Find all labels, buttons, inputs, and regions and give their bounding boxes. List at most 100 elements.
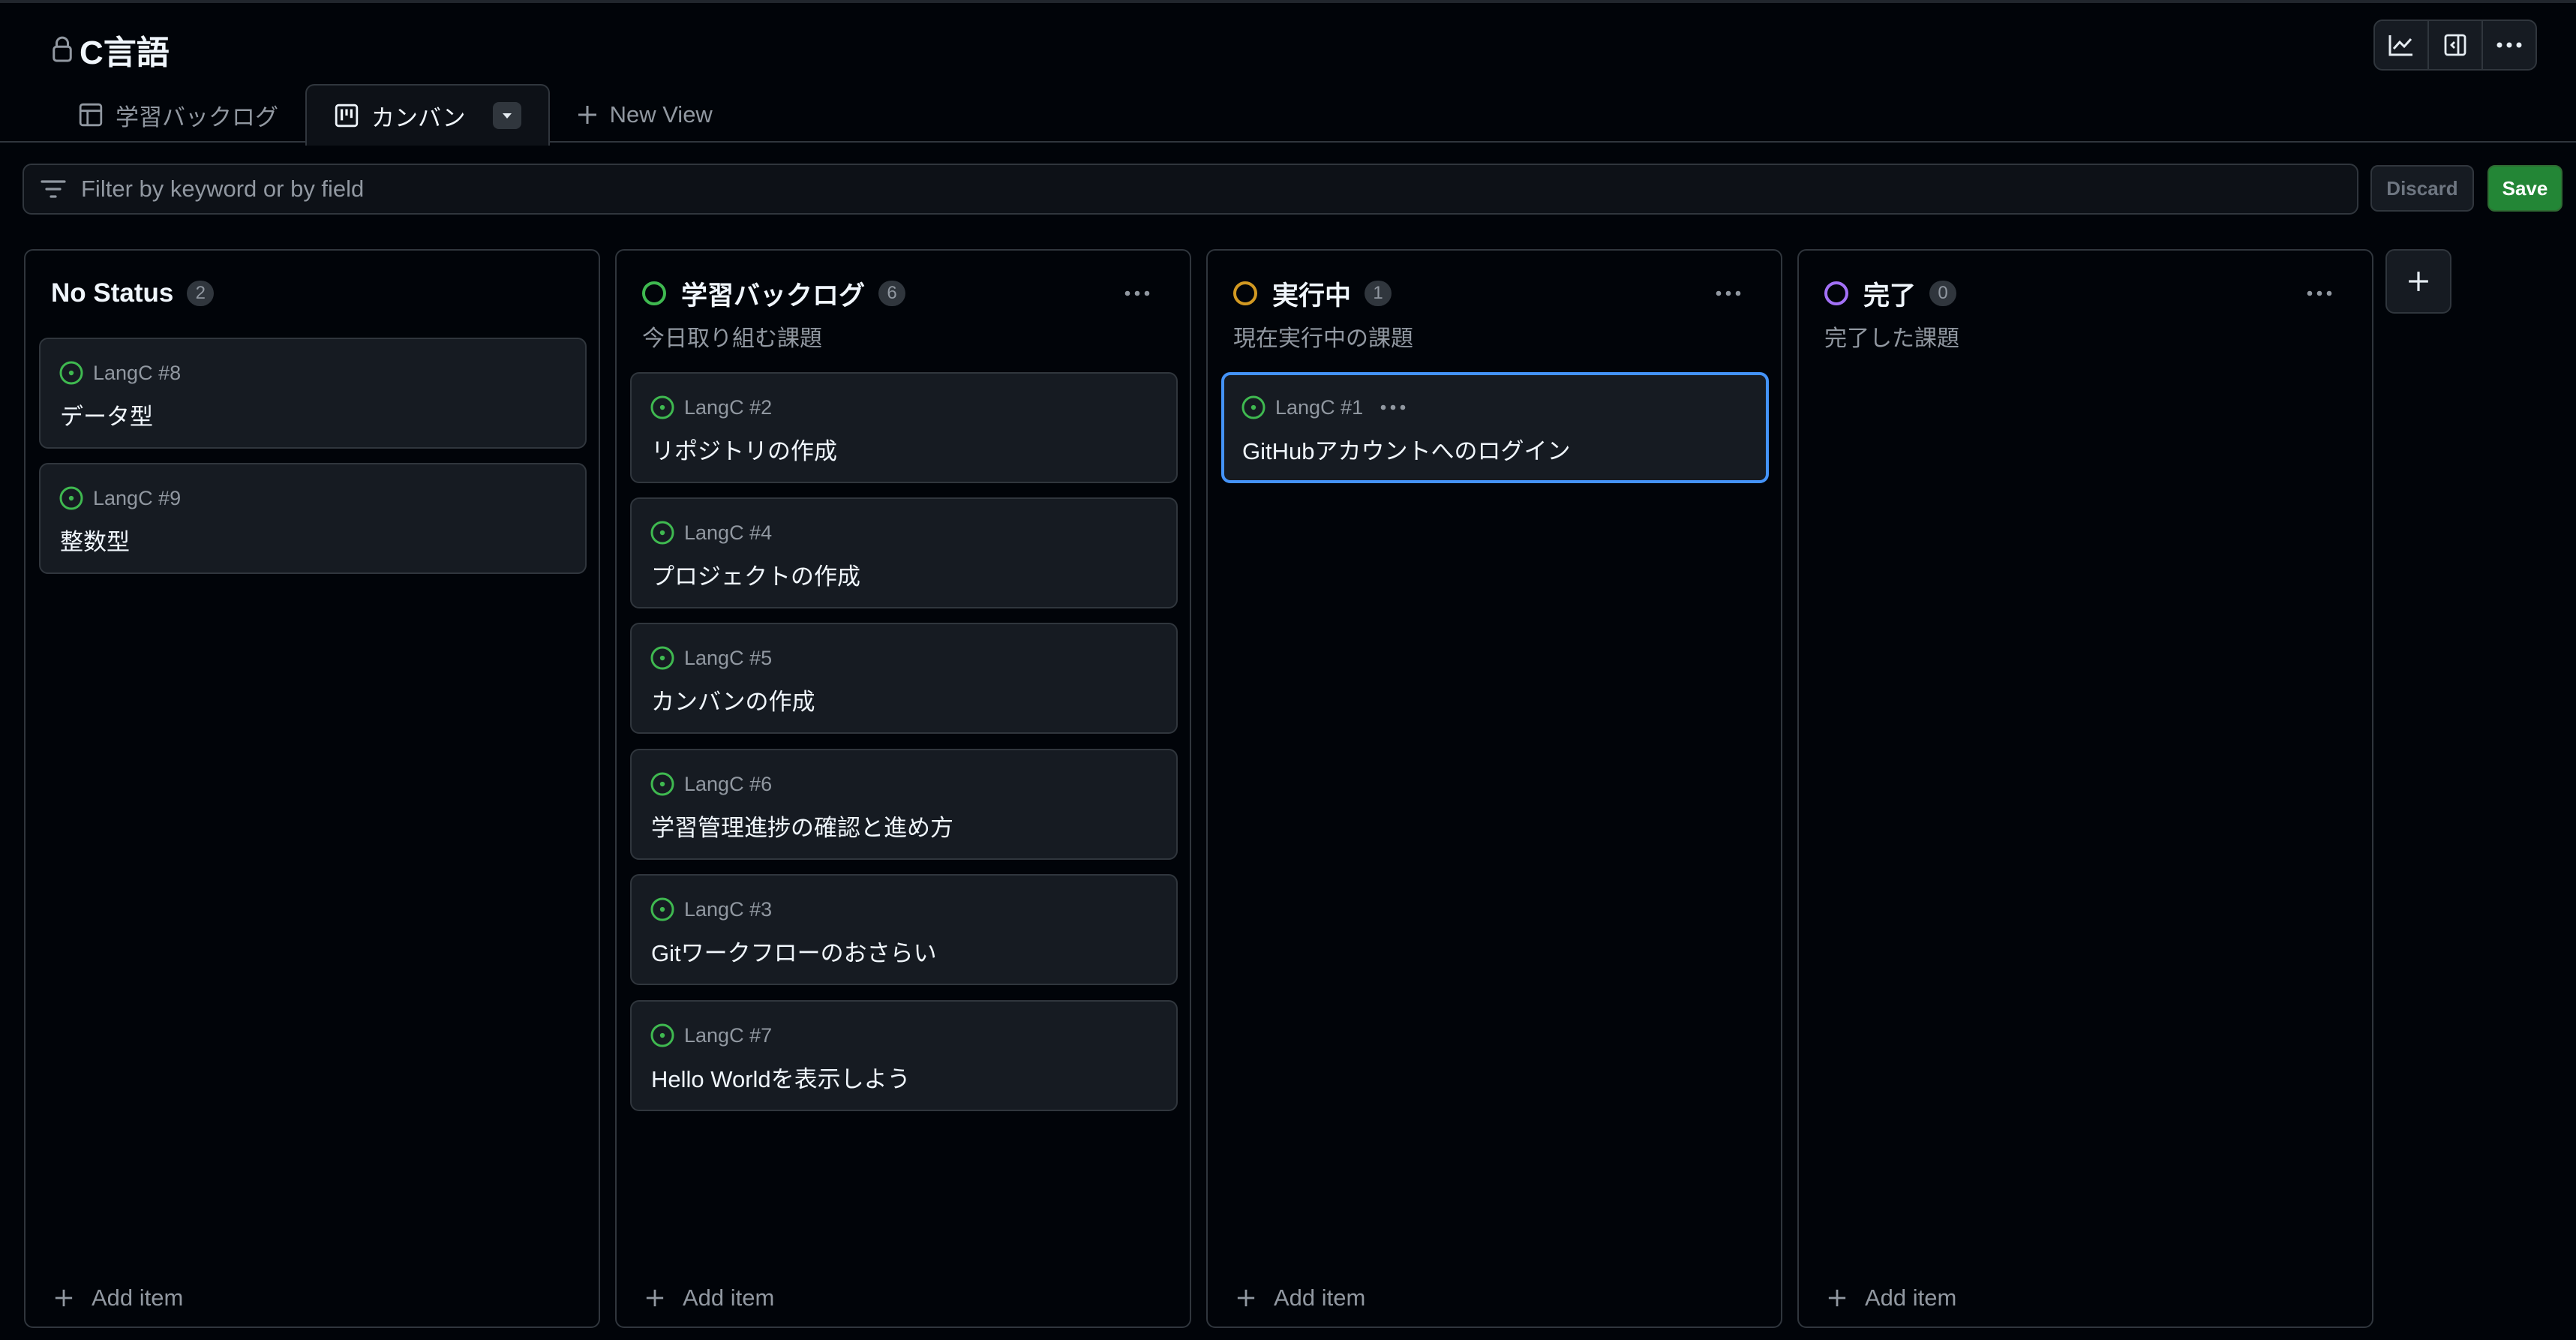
card-title[interactable]: 学習管理進捗の確認と進め方 bbox=[651, 809, 953, 843]
plus-icon bbox=[578, 106, 596, 124]
view-tabs: 学習バックログ カンバン New View bbox=[51, 84, 740, 146]
add-column-button[interactable] bbox=[2385, 249, 2451, 314]
card-ref: LangC #2 bbox=[684, 395, 773, 419]
add-item-label: Add item bbox=[1274, 1284, 1366, 1311]
add-item-label: Add item bbox=[1865, 1284, 1957, 1311]
issue-opened-icon bbox=[650, 772, 674, 796]
column-name: 完了 bbox=[1863, 281, 1917, 311]
status-circle-icon bbox=[642, 281, 666, 305]
column-in-progress: 実行中 1 現在実行中の課題 LangC #1 GitHubアカウントへのログイ… bbox=[1206, 249, 1782, 1328]
plus-icon bbox=[1828, 1289, 1846, 1307]
issue-card-selected[interactable]: LangC #1 GitHubアカウントへのログイン bbox=[1221, 372, 1769, 483]
issue-card[interactable]: LangC #6 学習管理進捗の確認と進め方 bbox=[630, 749, 1178, 860]
tab-label: カンバン bbox=[371, 104, 466, 131]
kebab-horizontal-icon bbox=[1716, 290, 1741, 296]
column-count-badge: 1 bbox=[1365, 281, 1392, 306]
plus-icon bbox=[1237, 1289, 1255, 1307]
issue-card[interactable]: LangC #3 Gitワークフローのおさらい bbox=[630, 874, 1178, 985]
column-menu-button[interactable] bbox=[1715, 275, 1742, 312]
status-circle-icon bbox=[1233, 281, 1257, 305]
column-name: No Status bbox=[51, 278, 174, 308]
card-title[interactable]: Gitワークフローのおさらい bbox=[651, 934, 937, 968]
card-menu-button[interactable] bbox=[1380, 404, 1407, 411]
table-icon bbox=[79, 103, 103, 127]
card-title[interactable]: GitHubアカウントへのログイン bbox=[1242, 432, 1570, 466]
card-title[interactable]: プロジェクトの作成 bbox=[651, 557, 860, 591]
new-view-label: New View bbox=[609, 101, 713, 128]
issue-card[interactable]: LangC #7 Hello Worldを表示しよう bbox=[630, 1000, 1178, 1111]
card-title[interactable]: カンバンの作成 bbox=[651, 683, 815, 717]
card-ref: LangC #8 bbox=[93, 361, 182, 384]
tab-backlog[interactable]: 学習バックログ bbox=[51, 86, 305, 144]
column-no-status: No Status 2 LangC #8 データ型 LangC #9 整数型 A… bbox=[24, 249, 600, 1328]
lock-icon bbox=[53, 36, 72, 62]
column-description: 完了した課題 bbox=[1824, 326, 1959, 351]
issue-opened-icon bbox=[650, 897, 674, 921]
discard-button[interactable]: Discard bbox=[2370, 165, 2474, 212]
card-ref: LangC #4 bbox=[684, 521, 773, 544]
issue-opened-icon bbox=[650, 1023, 674, 1047]
kebab-horizontal-icon bbox=[1380, 404, 1406, 410]
insights-button[interactable] bbox=[2375, 21, 2429, 69]
column-header: 完了 0 bbox=[1799, 275, 2372, 312]
add-item-label: Add item bbox=[92, 1284, 184, 1311]
view-options-button[interactable] bbox=[492, 102, 521, 129]
issue-opened-icon bbox=[59, 486, 83, 510]
card-title[interactable]: データ型 bbox=[60, 398, 153, 431]
plus-icon bbox=[2409, 272, 2428, 291]
column-count-badge: 0 bbox=[1929, 281, 1957, 306]
column-backlog: 学習バックログ 6 今日取り組む課題 LangC #2 リポジトリの作成 Lan… bbox=[615, 249, 1191, 1328]
tab-label: 学習バックログ bbox=[116, 104, 278, 131]
issue-opened-icon bbox=[650, 521, 674, 545]
chart-icon bbox=[2388, 35, 2412, 56]
issue-card[interactable]: LangC #5 カンバンの作成 bbox=[630, 623, 1178, 734]
issue-card[interactable]: LangC #8 データ型 bbox=[39, 338, 587, 449]
issue-card[interactable]: LangC #9 整数型 bbox=[39, 463, 587, 574]
board-icon bbox=[335, 104, 359, 128]
card-ref: LangC #3 bbox=[684, 897, 773, 921]
sidebar-icon bbox=[2444, 34, 2466, 56]
card-ref: LangC #1 bbox=[1275, 395, 1364, 419]
card-title[interactable]: リポジトリの作成 bbox=[651, 432, 837, 466]
column-header: 学習バックログ 6 bbox=[617, 275, 1190, 312]
card-meta: LangC #4 bbox=[650, 520, 772, 545]
new-view-button[interactable]: New View bbox=[550, 86, 740, 144]
triangle-down-icon bbox=[502, 113, 512, 119]
issue-card[interactable]: LangC #2 リポジトリの作成 bbox=[630, 372, 1178, 483]
card-meta: LangC #5 bbox=[650, 645, 772, 671]
column-menu-button[interactable] bbox=[1124, 275, 1151, 312]
card-meta: LangC #1 bbox=[1241, 395, 1407, 420]
card-title[interactable]: Hello Worldを表示しよう bbox=[651, 1060, 911, 1094]
project-menu-button[interactable] bbox=[2483, 21, 2535, 69]
column-header: 実行中 1 bbox=[1208, 275, 1781, 312]
add-item-button[interactable]: Add item bbox=[1827, 1283, 1956, 1313]
issue-opened-icon bbox=[1241, 395, 1265, 419]
add-item-label: Add item bbox=[683, 1284, 775, 1311]
add-item-button[interactable]: Add item bbox=[645, 1283, 774, 1313]
card-ref: LangC #7 bbox=[684, 1023, 773, 1047]
add-item-button[interactable]: Add item bbox=[54, 1283, 183, 1313]
filter-bar bbox=[23, 164, 2358, 215]
card-meta: LangC #9 bbox=[59, 485, 181, 511]
plus-icon bbox=[55, 1289, 73, 1307]
add-item-button[interactable]: Add item bbox=[1236, 1283, 1365, 1313]
side-panel-button[interactable] bbox=[2429, 21, 2483, 69]
issue-card[interactable]: LangC #4 プロジェクトの作成 bbox=[630, 497, 1178, 608]
column-count-badge: 2 bbox=[187, 281, 215, 306]
column-menu-button[interactable] bbox=[2306, 275, 2333, 312]
kebab-horizontal-icon bbox=[2496, 42, 2522, 48]
tab-kanban[interactable]: カンバン bbox=[305, 84, 550, 146]
card-meta: LangC #2 bbox=[650, 395, 772, 420]
kebab-horizontal-icon bbox=[1124, 290, 1150, 296]
status-circle-icon bbox=[1824, 281, 1848, 305]
kebab-horizontal-icon bbox=[2307, 290, 2332, 296]
card-meta: LangC #6 bbox=[650, 771, 772, 797]
filter-input[interactable] bbox=[80, 175, 2333, 203]
card-title[interactable]: 整数型 bbox=[60, 523, 130, 557]
save-button[interactable]: Save bbox=[2487, 165, 2562, 212]
column-name: 実行中 bbox=[1272, 281, 1352, 311]
issue-opened-icon bbox=[59, 361, 83, 385]
project-header: C言語 学習バックログ カンバン New View bbox=[0, 3, 2576, 146]
project-title-text: C言語 bbox=[80, 35, 170, 71]
column-name: 学習バックログ bbox=[681, 281, 866, 311]
